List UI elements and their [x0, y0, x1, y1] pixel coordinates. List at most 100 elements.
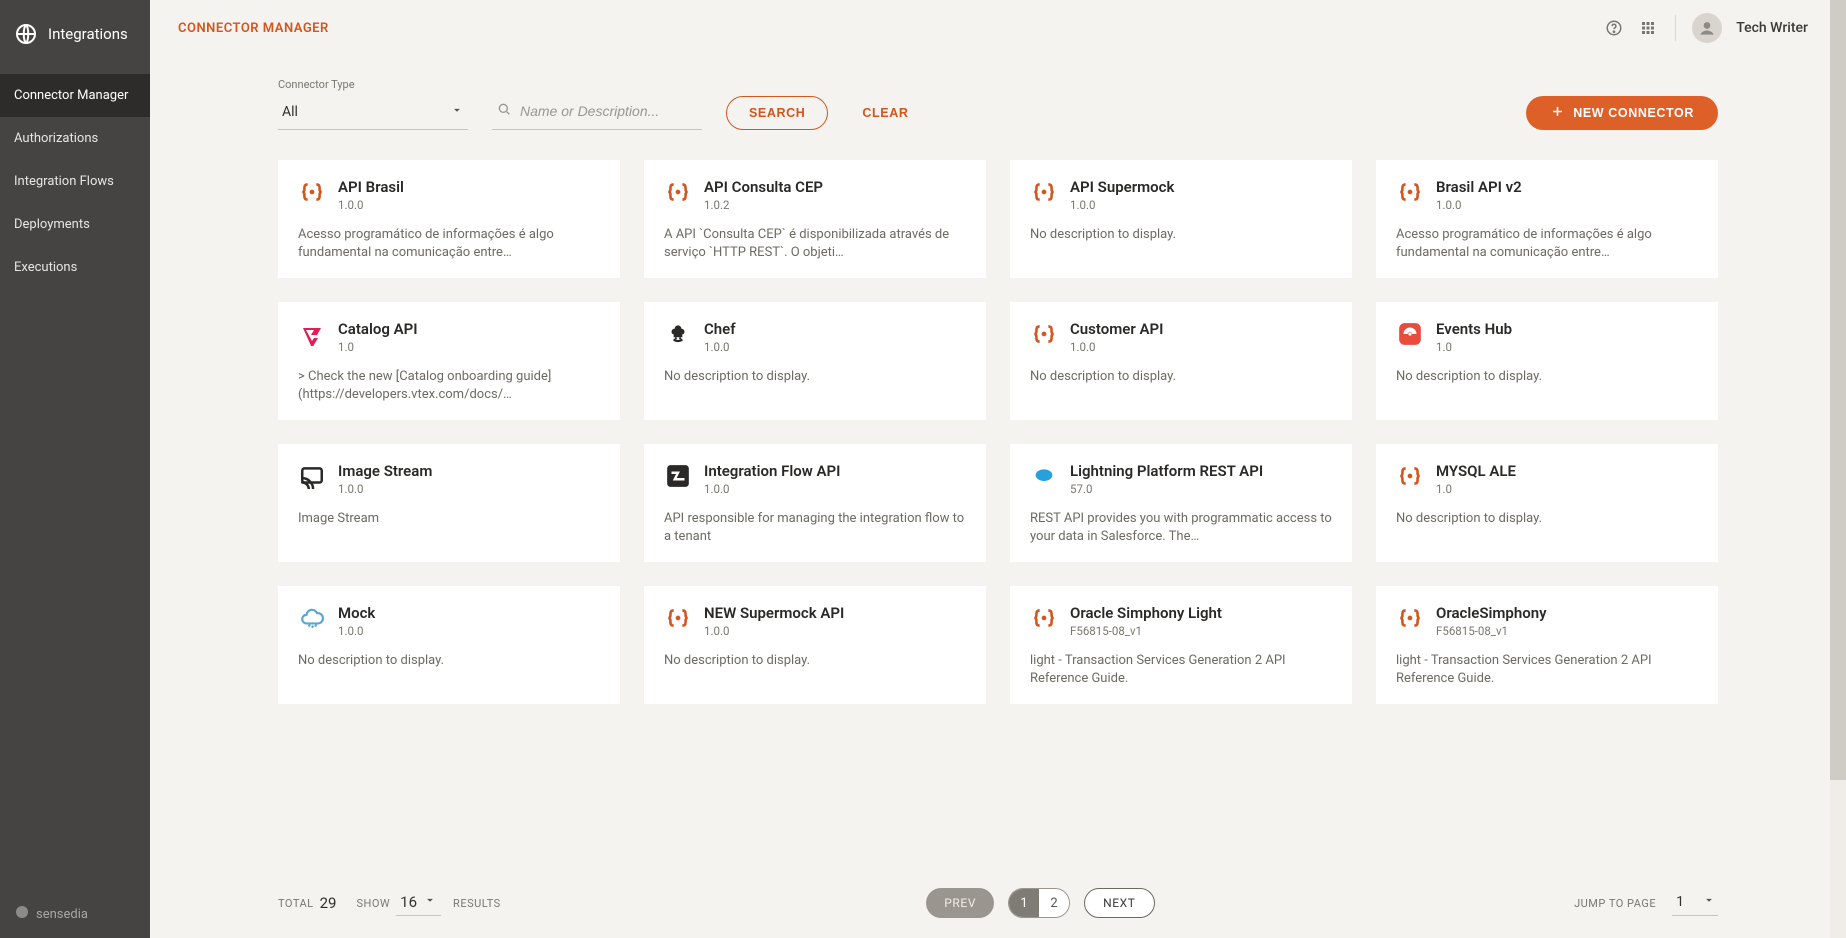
help-icon[interactable]	[1597, 11, 1631, 45]
brackets-icon	[1030, 604, 1058, 632]
connector-version: 1.0.0	[1070, 198, 1174, 212]
clear-button[interactable]: CLEAR	[852, 96, 918, 130]
scrollbar[interactable]	[1830, 0, 1846, 938]
vendor-logo-icon	[14, 904, 30, 924]
cards-grid: API Brasil 1.0.0 Acesso programático de …	[278, 160, 1718, 704]
sidebar-item-authorizations[interactable]: Authorizations	[0, 117, 150, 160]
connector-version: 1.0.0	[1070, 340, 1163, 354]
sidebar-header: Integrations	[0, 0, 150, 74]
cloud-icon	[298, 604, 326, 632]
show-label: SHOW	[356, 897, 390, 910]
connector-card[interactable]: API Brasil 1.0.0 Acesso programático de …	[278, 160, 620, 278]
page-2-button[interactable]: 2	[1039, 889, 1069, 917]
sidebar-item-label: Integration Flows	[14, 174, 114, 189]
scrollbar-thumb[interactable]	[1830, 0, 1846, 780]
page-1-button[interactable]: 1	[1009, 889, 1039, 917]
jump-label: JUMP TO PAGE	[1574, 897, 1656, 910]
connector-version: 1.0.0	[338, 198, 404, 212]
topbar-divider	[1675, 15, 1676, 41]
sidebar-item-deployments[interactable]: Deployments	[0, 203, 150, 246]
connector-version: 1.0.0	[1436, 198, 1522, 212]
connector-version: 1.0.0	[338, 624, 375, 638]
chevron-down-icon	[423, 893, 437, 911]
brackets-icon	[1030, 178, 1058, 206]
jump-page-select[interactable]: 1	[1672, 891, 1718, 916]
connector-description: No description to display.	[1396, 368, 1698, 386]
connector-description: A API `Consulta CEP` é disponibilizada a…	[664, 226, 966, 261]
connector-card[interactable]: API Consulta CEP 1.0.2 A API `Consulta C…	[644, 160, 986, 278]
brackets-icon	[1396, 462, 1424, 490]
connector-card[interactable]: Catalog API 1.0 > Check the new [Catalog…	[278, 302, 620, 420]
connector-card[interactable]: Mock 1.0.0 No description to display.	[278, 586, 620, 704]
show-value: 16	[400, 893, 417, 911]
connector-title: Catalog API	[338, 320, 418, 338]
connector-card[interactable]: Oracle Simphony Light F56815-08_v1 light…	[1010, 586, 1352, 704]
sidebar-item-connector-manager[interactable]: Connector Manager	[0, 74, 150, 117]
connector-title: Mock	[338, 604, 375, 622]
connector-card[interactable]: Image Stream 1.0.0 Image Stream	[278, 444, 620, 562]
connector-description: REST API provides you with programmatic …	[1030, 510, 1332, 545]
connector-description: API responsible for managing the integra…	[664, 510, 966, 545]
connector-card[interactable]: API Supermock 1.0.0 No description to di…	[1010, 160, 1352, 278]
avatar[interactable]	[1692, 13, 1722, 43]
brackets-icon	[664, 604, 692, 632]
jump-value: 1	[1676, 894, 1684, 910]
connector-card[interactable]: Chef 1.0.0 No description to display.	[644, 302, 986, 420]
connector-card[interactable]: NEW Supermock API 1.0.0 No description t…	[644, 586, 986, 704]
connector-description: light - Transaction Services Generation …	[1396, 652, 1698, 687]
connector-title: API Consulta CEP	[704, 178, 823, 196]
connector-card[interactable]: Events Hub 1.0 No description to display…	[1376, 302, 1718, 420]
chef-icon	[664, 320, 692, 348]
apps-grid-icon[interactable]	[1631, 11, 1665, 45]
connector-description: Acesso programático de informações é alg…	[298, 226, 600, 261]
sidebar-item-integration-flows[interactable]: Integration Flows	[0, 160, 150, 203]
user-name: Tech Writer	[1736, 20, 1808, 36]
footer: TOTAL 29 SHOW 16 RESULTS PREV 1 2 NEXT	[150, 870, 1846, 938]
chevron-down-icon	[450, 103, 464, 121]
connector-card[interactable]: Lightning Platform REST API 57.0 REST AP…	[1010, 444, 1352, 562]
sidebar-item-label: Connector Manager	[14, 88, 128, 103]
connector-version: 1.0.0	[704, 340, 736, 354]
integrations-logo-icon	[14, 22, 38, 46]
brackets-icon	[298, 178, 326, 206]
connector-version: 1.0.0	[704, 624, 844, 638]
connector-card[interactable]: MYSQL ALE 1.0 No description to display.	[1376, 444, 1718, 562]
connector-card[interactable]: Integration Flow API 1.0.0 API responsib…	[644, 444, 986, 562]
search-button[interactable]: SEARCH	[726, 96, 828, 130]
connector-card[interactable]: Customer API 1.0.0 No description to dis…	[1010, 302, 1352, 420]
connector-description: No description to display.	[664, 368, 966, 386]
connector-title: Lightning Platform REST API	[1070, 462, 1263, 480]
sidebar-item-executions[interactable]: Executions	[0, 246, 150, 289]
search-input[interactable]	[520, 103, 698, 119]
filter-bar: Connector Type All SEARCH	[278, 76, 1718, 130]
show-select[interactable]: 16	[396, 891, 441, 916]
connector-description: No description to display.	[298, 652, 600, 670]
sidebar: Integrations Connector Manager Authoriza…	[0, 0, 150, 938]
app-root: Integrations Connector Manager Authoriza…	[0, 0, 1846, 938]
connector-title: Oracle Simphony Light	[1070, 604, 1222, 622]
connector-card[interactable]: Brasil API v2 1.0.0 Acesso programático …	[1376, 160, 1718, 278]
connector-description: No description to display.	[1030, 226, 1332, 244]
connector-title: Integration Flow API	[704, 462, 840, 480]
connector-description: Image Stream	[298, 510, 600, 528]
brackets-icon	[1396, 178, 1424, 206]
connector-title: MYSQL ALE	[1436, 462, 1516, 480]
content: Connector Type All SEARCH	[150, 56, 1846, 870]
connector-version: 1.0	[338, 340, 418, 354]
main: CONNECTOR MANAGER Tech Writer Connector …	[150, 0, 1846, 938]
brackets-icon	[1030, 320, 1058, 348]
connector-title: API Brasil	[338, 178, 404, 196]
sidebar-item-label: Authorizations	[14, 131, 98, 146]
search-icon	[496, 101, 520, 121]
new-connector-button[interactable]: NEW CONNECTOR	[1526, 96, 1718, 130]
connector-type-select[interactable]: All	[278, 95, 468, 130]
next-button[interactable]: NEXT	[1084, 888, 1154, 918]
connector-card[interactable]: OracleSimphony F56815-08_v1 light - Tran…	[1376, 586, 1718, 704]
connector-title: NEW Supermock API	[704, 604, 844, 622]
cast-icon	[298, 462, 326, 490]
connector-version: F56815-08_v1	[1070, 624, 1222, 638]
sidebar-title: Integrations	[48, 25, 128, 43]
flow-icon	[664, 462, 692, 490]
salesforce-icon	[1030, 462, 1058, 490]
sidebar-item-label: Executions	[14, 260, 77, 275]
